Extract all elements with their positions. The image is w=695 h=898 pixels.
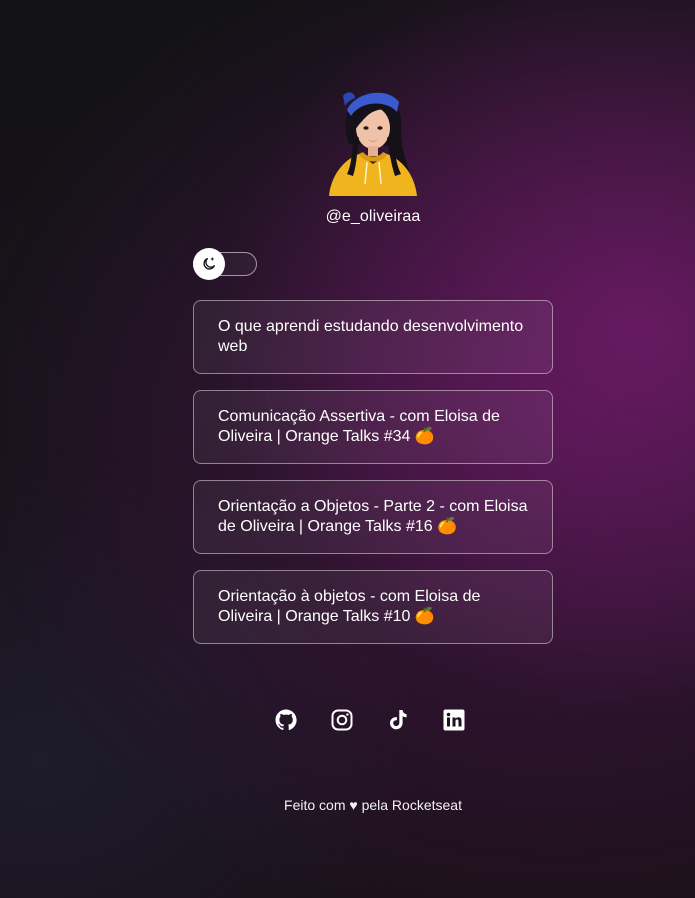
link-button-orientacao-objetos[interactable]: Orientação à objetos - com Eloisa de Oli… — [193, 570, 553, 644]
list-item: Comunicação Assertiva - com Eloisa de Ol… — [193, 390, 553, 464]
github-link[interactable] — [274, 708, 298, 732]
tiktok-link[interactable] — [386, 708, 410, 732]
list-item: Orientação à objetos - com Eloisa de Oli… — [193, 570, 553, 644]
instagram-icon — [331, 709, 352, 731]
username: @e_oliveiraa — [325, 208, 421, 225]
avatar — [317, 84, 429, 196]
linkedin-link[interactable] — [442, 708, 466, 732]
links-list: O que aprendi estudando desenvolvimento … — [193, 300, 553, 644]
link-button-comunicacao-assertiva[interactable]: Comunicação Assertiva - com Eloisa de Ol… — [193, 390, 553, 464]
github-icon — [275, 709, 297, 731]
linkedin-icon — [443, 709, 464, 731]
moon-icon — [203, 257, 215, 270]
link-button-orientacao-objetos-parte-2[interactable]: Orientação a Objetos - Parte 2 - com Elo… — [193, 480, 553, 554]
footer-credit: Feito com ♥ pela Rocketseat — [284, 797, 462, 813]
profile-container: @e_oliveiraa O que aprendi estudando des… — [193, 80, 553, 644]
list-item: O que aprendi estudando desenvolvimento … — [193, 300, 553, 374]
link-button-web-dev[interactable]: O que aprendi estudando desenvolvimento … — [193, 300, 553, 374]
theme-toggle[interactable] — [193, 248, 257, 280]
tiktok-icon — [389, 710, 407, 730]
instagram-link[interactable] — [330, 708, 354, 732]
social-links — [0, 708, 695, 732]
toggle-knob[interactable] — [193, 248, 225, 280]
avatar-illustration — [329, 92, 417, 196]
list-item: Orientação a Objetos - Parte 2 - com Elo… — [193, 480, 553, 554]
